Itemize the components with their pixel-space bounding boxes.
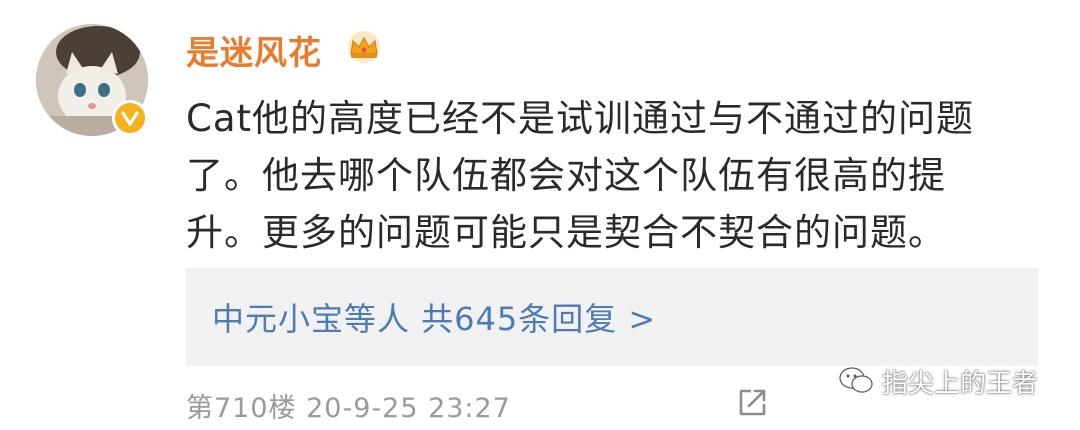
comment-line: 升。更多的问题可能只是契合不契合的问题。 bbox=[186, 211, 946, 254]
wechat-icon bbox=[839, 367, 873, 393]
watermark-text: 指尖上的王者 bbox=[882, 368, 1039, 399]
view-replies-link[interactable]: 中元小宝等人 共645条回复 > bbox=[212, 294, 656, 340]
share-icon[interactable] bbox=[735, 386, 769, 420]
watermark: 指尖上的王者 bbox=[838, 364, 1039, 399]
comment-line: Cat他的高度已经不是试训通过与不通过的问题 bbox=[186, 97, 975, 140]
comment-line: 了。他去哪个队伍都会对这个队伍有很高的提 bbox=[186, 154, 946, 197]
crown-icon bbox=[348, 31, 380, 63]
floor-timestamp: 第710楼 20-9-25 23:27 bbox=[186, 393, 511, 424]
verified-badge-icon bbox=[112, 100, 148, 136]
username[interactable]: 是迷风花 bbox=[186, 26, 322, 74]
comment-text: Cat他的高度已经不是试训通过与不通过的问题 了。他去哪个队伍都会对这个队伍有很… bbox=[186, 90, 1016, 261]
replies-panel[interactable]: 中元小宝等人 共645条回复 > bbox=[186, 268, 1038, 366]
